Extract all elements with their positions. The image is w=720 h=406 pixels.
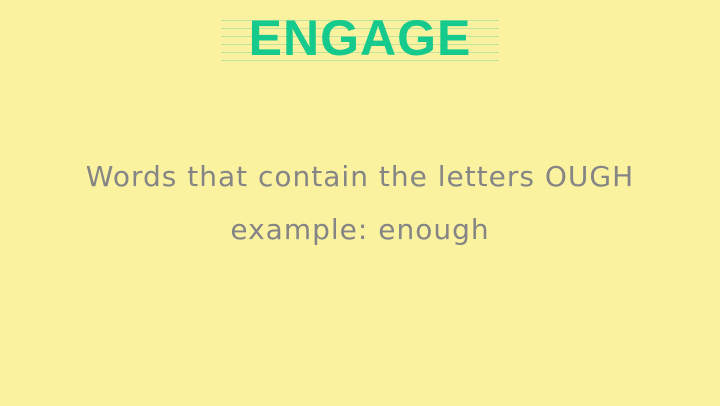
prompt-text: Words that contain the letters OUGH bbox=[85, 160, 635, 193]
example-text: example: enough bbox=[230, 213, 490, 246]
header-banner: ENGAGE bbox=[221, 10, 499, 66]
page-title: ENGAGE bbox=[248, 10, 472, 66]
